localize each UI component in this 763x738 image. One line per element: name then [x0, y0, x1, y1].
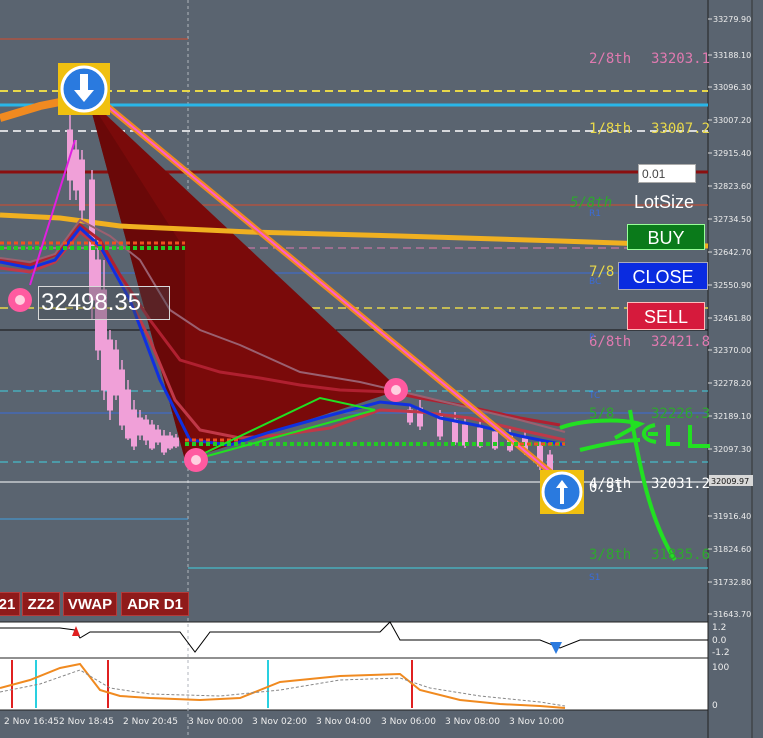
candle-body	[143, 419, 149, 441]
price-tick: 32009.97	[711, 477, 749, 486]
price-tick: 32915.40	[713, 149, 751, 158]
indicator-button-21[interactable]: 21	[0, 592, 20, 616]
time-tick: 3 Nov 02:00	[252, 717, 307, 727]
murrey-value: 32226.3	[651, 406, 710, 422]
price-tick: 32278.20	[713, 379, 751, 388]
time-tick: 2 Nov 16:45	[4, 717, 59, 727]
pivot-label: P	[589, 333, 595, 343]
time-tick: 3 Nov 06:00	[381, 717, 436, 727]
candle-body	[113, 349, 119, 396]
price-tick: 32642.70	[713, 248, 751, 257]
candle-body	[149, 424, 155, 449]
buy-button[interactable]: BUY	[627, 224, 705, 250]
candle-body	[137, 417, 143, 436]
time-axis: 2 Nov 16:45 2 Nov 18:45 2 Nov 20:45 3 Nov 0…	[4, 717, 564, 727]
price-tick: 32189.10	[713, 412, 751, 421]
candle-body	[131, 409, 137, 447]
price-tick: 32734.50	[713, 215, 751, 224]
murrey-label: 1/8th	[589, 121, 631, 137]
pivot-label: TC	[588, 391, 600, 401]
time-tick: 3 Nov 04:00	[316, 717, 371, 727]
murrey-label: 5/8	[589, 406, 614, 422]
candle-body	[161, 435, 167, 453]
sub-pane-2	[0, 658, 708, 710]
candle-body	[79, 159, 85, 211]
time-tick: 3 Nov 08:00	[445, 717, 500, 727]
murrey-label: 2/8th	[589, 51, 631, 67]
candle-body	[155, 429, 161, 443]
indicator-button-zz2[interactable]: ZZ2	[22, 592, 60, 616]
indicator-button-adr[interactable]: ADR D1	[121, 592, 189, 616]
candle-body	[167, 435, 173, 449]
price-tick: 32370.00	[713, 346, 751, 355]
candle-body	[173, 437, 179, 447]
price-tick: 33188.10	[713, 51, 751, 60]
time-tick: 2 Nov 20:45	[123, 717, 178, 727]
sub1-tick: 0.0	[712, 636, 727, 646]
murrey-label: 3/8th	[589, 547, 631, 563]
candle-body	[125, 389, 131, 439]
sub1-tick: -1.2	[712, 648, 730, 658]
price-tick: 31643.70	[713, 610, 751, 619]
price-tick: 31916.40	[713, 512, 751, 521]
lot-size-input[interactable]	[638, 164, 696, 183]
pivot-label: S1	[589, 573, 600, 583]
candle-body	[119, 369, 125, 426]
candle-body	[73, 149, 79, 191]
price-box: 32498.35	[38, 286, 170, 320]
sell-button[interactable]: SELL	[627, 302, 705, 330]
price-chart[interactable]: 33279.9033188.1033096.3033007.2032915.40…	[0, 0, 763, 738]
time-tick: 3 Nov 10:00	[509, 717, 564, 727]
time-tick: 3 Nov 00:00	[188, 717, 243, 727]
time-tick: 2 Nov 18:45	[59, 717, 114, 727]
sub2-tick: 100	[712, 663, 729, 673]
murrey-value: 32031.2	[651, 476, 710, 492]
pivot-label: BC	[589, 277, 601, 287]
murrey-label: 6/8th	[589, 334, 631, 350]
murrey-value: 31835.6	[651, 547, 710, 563]
indicator-button-vwap[interactable]: VWAP	[63, 592, 117, 616]
small-value-label: 0.31	[589, 480, 623, 496]
price-tick: 33279.90	[713, 15, 751, 24]
murrey-value: 33007.2	[651, 121, 710, 137]
price-tick: 32097.30	[713, 445, 751, 454]
pivot-label: R1	[589, 209, 601, 219]
candle-body	[452, 419, 458, 443]
sub2-tick: 0	[712, 701, 718, 711]
trading-chart-window: 33279.90 33188.10 33096.30 33007.20 32915.40…	[0, 0, 763, 738]
price-tick: 32823.60	[713, 182, 751, 191]
price-tick: 31824.60	[713, 545, 751, 554]
price-box-value: 32498.35	[41, 289, 142, 316]
lot-size-label: LotSize	[634, 192, 695, 212]
murrey-value: 33203.1	[651, 51, 710, 67]
price-tick: 33096.30	[713, 83, 751, 92]
candle-body	[107, 339, 113, 411]
sub1-tick: 1.2	[712, 623, 726, 633]
price-tick: 33007.20	[713, 116, 751, 125]
price-tick: 32461.80	[713, 314, 751, 323]
price-tick: 32550.90	[713, 281, 751, 290]
price-tick: 31732.80	[713, 578, 751, 587]
murrey-value: 32421.8	[651, 334, 710, 350]
close-button[interactable]: CLOSE	[618, 262, 708, 290]
